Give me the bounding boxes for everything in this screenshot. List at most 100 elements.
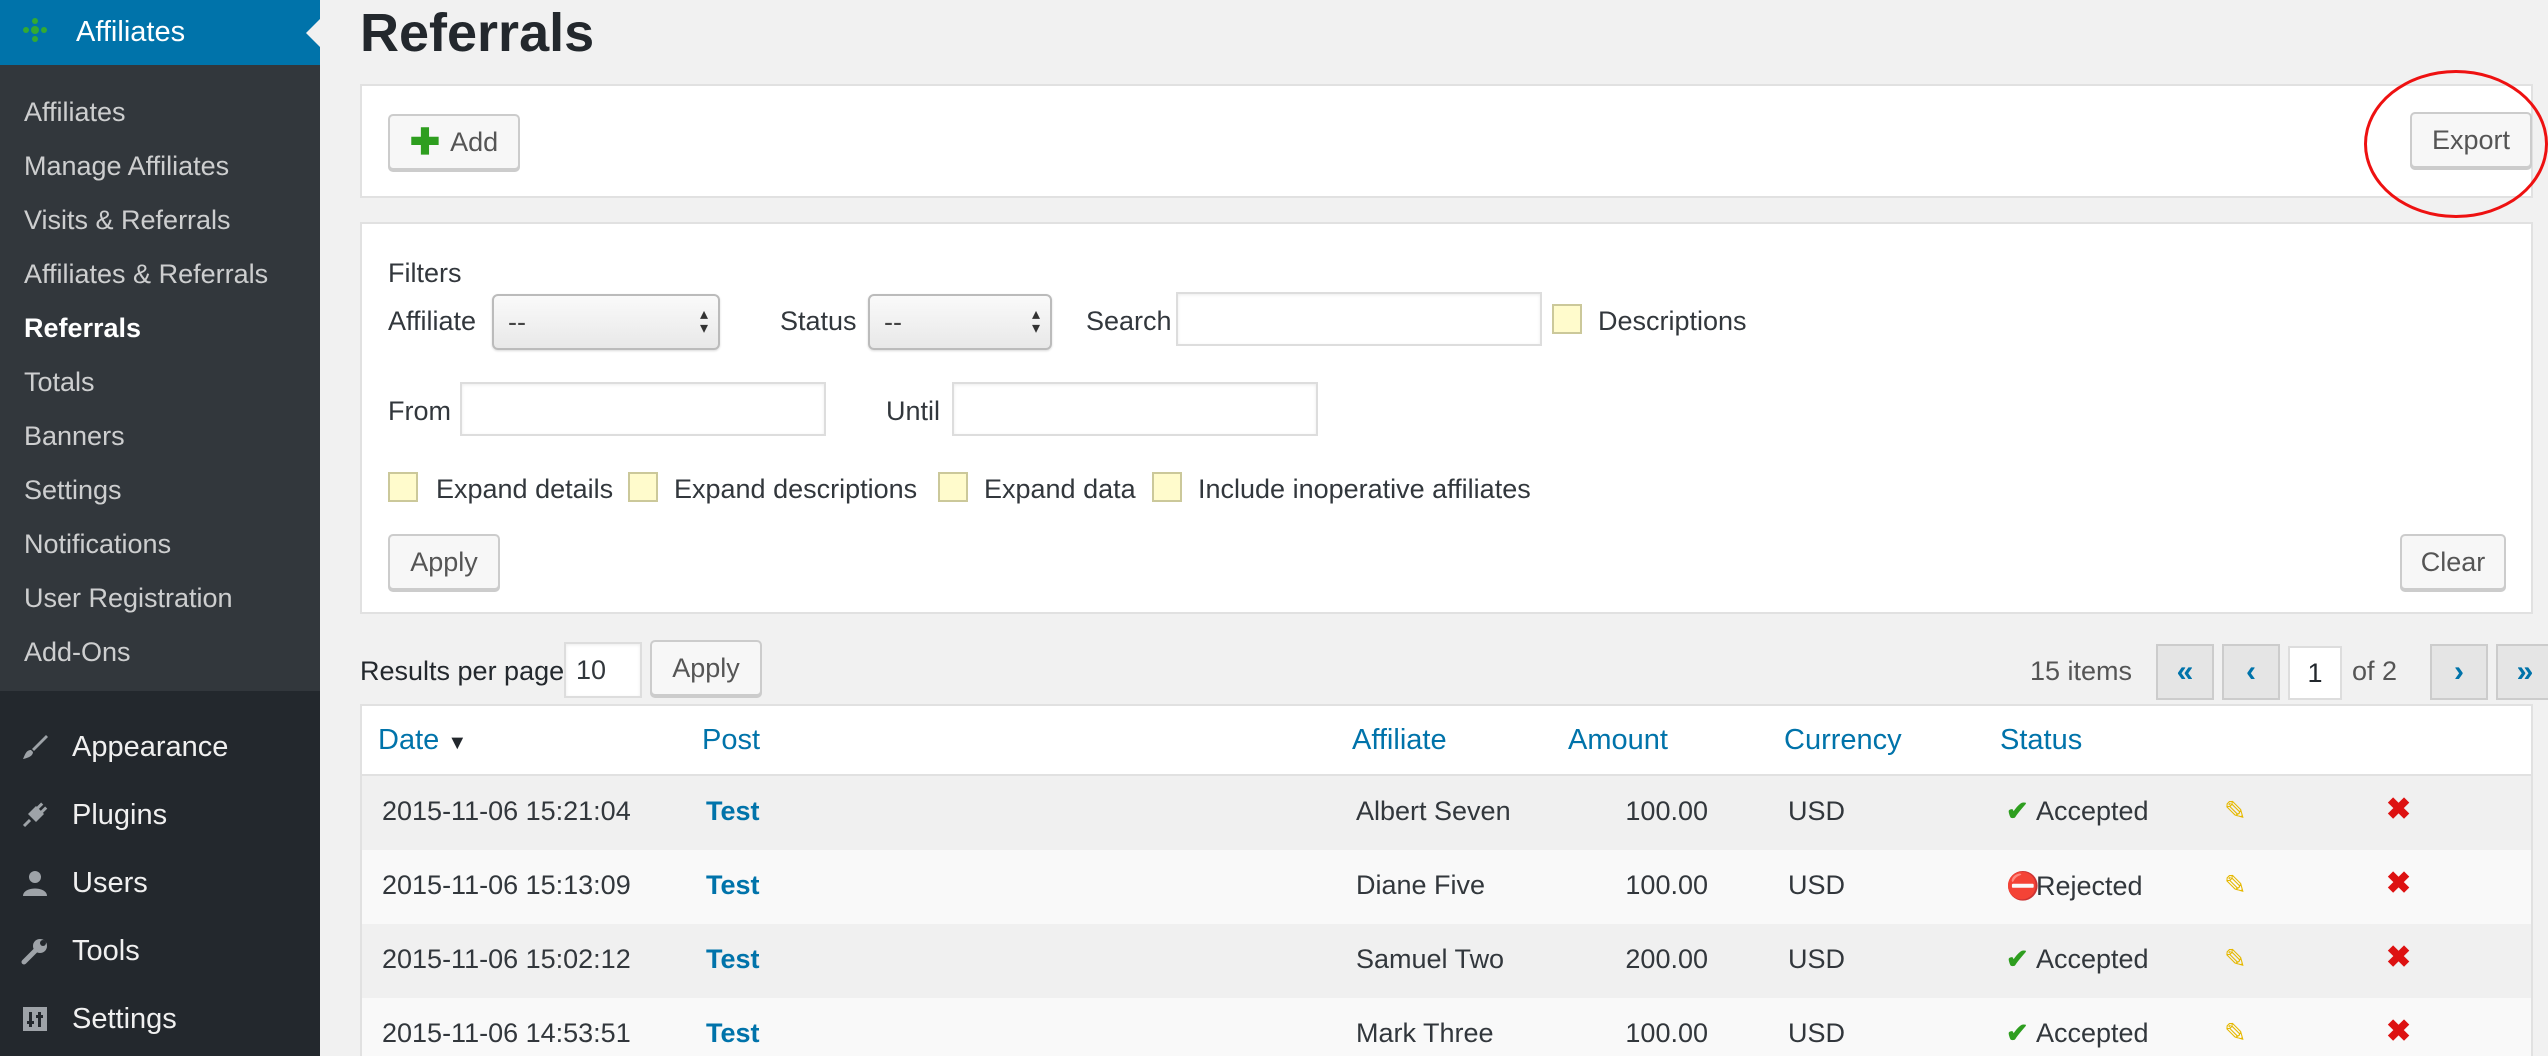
cell-currency: USD: [1788, 796, 1846, 826]
sidebar-item-tools[interactable]: Tools: [0, 917, 320, 985]
cell-status: ✔ Accepted: [2006, 944, 2149, 975]
cell-currency: USD: [1788, 944, 1846, 974]
column-header-affiliate[interactable]: Affiliate: [1352, 724, 1447, 757]
sidebar-item-label: Users: [72, 866, 148, 899]
descriptions-checkbox[interactable]: [1552, 304, 1582, 334]
table-header: Date ▼ Post Affiliate Amount Currency St…: [362, 706, 2531, 776]
last-page-button[interactable]: »: [2496, 644, 2548, 700]
sidebar-item-referrals[interactable]: Referrals: [0, 301, 320, 355]
from-date-input[interactable]: [460, 382, 826, 436]
edit-pencil-icon[interactable]: ✎: [2224, 944, 2247, 975]
results-per-page-input[interactable]: 10: [564, 642, 642, 698]
prev-page-button[interactable]: ‹: [2222, 644, 2280, 700]
cell-currency: USD: [1788, 870, 1846, 900]
actions-panel: ✚ Add Export: [360, 70, 2548, 218]
cell-post-link[interactable]: Test: [706, 870, 760, 901]
cell-date: 2015-11-06 15:21:04: [382, 796, 631, 826]
delete-icon[interactable]: ✖: [2386, 792, 2411, 827]
status-text: Rejected: [2036, 871, 2143, 901]
edit-pencil-icon[interactable]: ✎: [2224, 870, 2247, 901]
expand-descriptions-checkbox[interactable]: [628, 472, 658, 502]
expand-data-label: Expand data: [984, 474, 1136, 504]
table-row: 2015-11-06 14:53:51 Test Mark Three 100.…: [362, 998, 2531, 1056]
edit-pencil-icon[interactable]: ✎: [2224, 796, 2247, 827]
sidebar-item-totals[interactable]: Totals: [0, 355, 320, 409]
sidebar-item-notifications[interactable]: Notifications: [0, 517, 320, 571]
sidebar-item-settings[interactable]: Settings: [0, 463, 320, 517]
column-header-status[interactable]: Status: [2000, 724, 2082, 757]
cell-post-link[interactable]: Test: [706, 944, 760, 975]
expand-details-label: Expand details: [436, 474, 614, 504]
affiliate-label: Affiliate: [388, 306, 477, 336]
status-select[interactable]: -- ▴ ▾: [868, 294, 1052, 350]
sidebar-item-users[interactable]: Users: [0, 849, 320, 917]
sidebar-item-plugins[interactable]: Plugins: [0, 781, 320, 849]
results-per-page-apply-button[interactable]: Apply: [650, 640, 762, 696]
column-header-date[interactable]: Date ▼: [378, 724, 467, 757]
sidebar-item-affiliates-referrals[interactable]: Affiliates & Referrals: [0, 247, 320, 301]
include-inoperative-checkbox[interactable]: [1152, 472, 1182, 502]
apply-filters-button[interactable]: Apply: [388, 534, 500, 590]
table-row: 2015-11-06 15:21:04 Test Albert Seven 10…: [362, 776, 2531, 850]
delete-icon[interactable]: ✖: [2386, 1014, 2411, 1049]
cell-post-link[interactable]: Test: [706, 1018, 760, 1049]
descriptions-label: Descriptions: [1598, 306, 1747, 336]
search-input[interactable]: [1176, 292, 1542, 346]
expand-details-checkbox[interactable]: [388, 472, 418, 502]
delete-icon[interactable]: ✖: [2386, 940, 2411, 975]
from-label: From: [388, 396, 451, 426]
sidebar-submenu: Affiliates Manage Affiliates Visits & Re…: [0, 65, 320, 691]
cell-amount: 100.00: [1625, 870, 1708, 900]
column-header-currency[interactable]: Currency: [1784, 724, 1902, 757]
cell-amount: 100.00: [1625, 796, 1708, 826]
affiliates-icon: [22, 17, 48, 48]
edit-pencil-icon[interactable]: ✎: [2224, 1018, 2247, 1049]
cell-affiliate: Mark Three: [1356, 1018, 1494, 1048]
cell-amount: 100.00: [1625, 1018, 1708, 1048]
cell-amount: 200.00: [1625, 944, 1708, 974]
settings-icon: [18, 1002, 52, 1036]
select-arrows-icon: ▴ ▾: [1031, 306, 1040, 337]
export-button[interactable]: Export: [2410, 112, 2532, 168]
include-inoperative-label: Include inoperative affiliates: [1198, 474, 1531, 504]
cell-status: ✔ Accepted: [2006, 796, 2149, 827]
clear-filters-button[interactable]: Clear: [2400, 534, 2506, 590]
cell-status: ⛔Rejected: [2006, 870, 2143, 902]
column-header-post[interactable]: Post: [702, 724, 760, 757]
status-text: Accepted: [2036, 796, 2149, 826]
sidebar-item-appearance[interactable]: Appearance: [0, 713, 320, 781]
table-row: 2015-11-06 15:02:12 Test Samuel Two 200.…: [362, 924, 2531, 998]
current-page-input[interactable]: 1: [2288, 646, 2342, 700]
checkmark-icon: ✔: [2006, 944, 2029, 974]
cell-post-link[interactable]: Test: [706, 796, 760, 827]
sort-desc-icon: ▼: [447, 732, 468, 754]
until-date-input[interactable]: [952, 382, 1318, 436]
first-page-button[interactable]: «: [2156, 644, 2214, 700]
sidebar-item-manage-affiliates[interactable]: Manage Affiliates: [0, 139, 320, 193]
affiliate-select[interactable]: -- ▴ ▾: [492, 294, 720, 350]
sidebar-item-label: Appearance: [72, 730, 229, 763]
cell-affiliate: Albert Seven: [1356, 796, 1511, 826]
column-header-amount[interactable]: Amount: [1568, 724, 1668, 757]
sidebar-item-wp-settings[interactable]: Settings: [0, 985, 320, 1053]
add-button[interactable]: ✚ Add: [388, 114, 520, 170]
sidebar-item-user-registration[interactable]: User Registration: [0, 571, 320, 625]
referrals-table: Date ▼ Post Affiliate Amount Currency St…: [360, 704, 2533, 1056]
sidebar-item-affiliates[interactable]: Affiliates: [0, 85, 320, 139]
sidebar-main-menu: Appearance Plugins Users Tools Settings: [0, 691, 320, 1053]
sidebar-item-label: Settings: [72, 1002, 177, 1035]
sidebar-header-affiliates[interactable]: Affiliates: [0, 0, 320, 65]
next-page-button[interactable]: ›: [2430, 644, 2488, 700]
results-per-page-label: Results per page: [360, 656, 565, 686]
delete-icon[interactable]: ✖: [2386, 866, 2411, 901]
sidebar-item-add-ons[interactable]: Add-Ons: [0, 625, 320, 679]
total-pages: of 2: [2352, 656, 2398, 686]
expand-data-checkbox[interactable]: [938, 472, 968, 502]
sidebar-item-label: Plugins: [72, 798, 168, 831]
status-text: Accepted: [2036, 944, 2149, 974]
cell-affiliate: Diane Five: [1356, 870, 1486, 900]
sidebar-item-banners[interactable]: Banners: [0, 409, 320, 463]
sidebar-item-visits-referrals[interactable]: Visits & Referrals: [0, 193, 320, 247]
sidebar-item-label: Tools: [72, 934, 140, 967]
page-title: Referrals: [360, 3, 595, 63]
